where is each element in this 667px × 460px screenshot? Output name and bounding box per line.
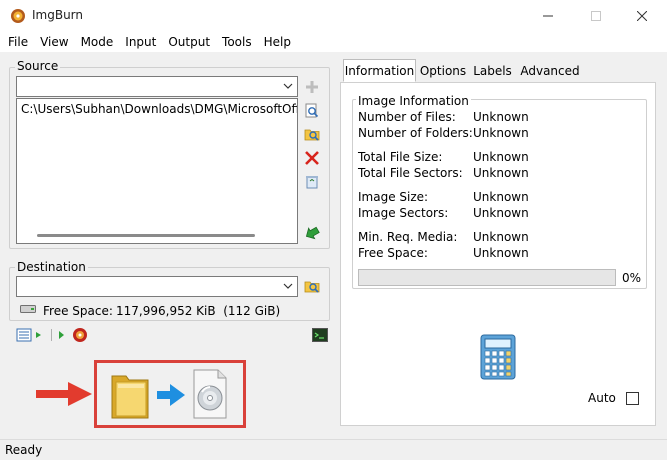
recycle-bin-icon (306, 176, 318, 189)
tab-labels[interactable]: Labels (470, 60, 515, 82)
imgburn-app-icon (11, 9, 25, 23)
free-space-label: Free Space: (43, 304, 113, 318)
info-label-total-sectors: Total File Sectors: (358, 166, 463, 180)
info-label-min-media: Min. Req. Media: (358, 230, 458, 244)
hard-drive-icon (20, 305, 36, 313)
chevron-down-icon (283, 283, 293, 289)
log-button[interactable] (312, 327, 328, 343)
info-value-image-sectors: Unknown (473, 206, 529, 220)
status-text: Ready (5, 443, 43, 457)
toolbar-divider (51, 329, 52, 341)
info-value-folders: Unknown (473, 126, 529, 140)
info-label-image-sectors: Image Sectors: (358, 206, 449, 220)
horizontal-scrollbar[interactable] (37, 234, 255, 237)
minimize-icon (543, 15, 553, 17)
close-icon (637, 11, 647, 21)
plus-icon (306, 81, 318, 93)
blue-arrow-icon (157, 384, 185, 406)
menu-mode[interactable]: Mode (75, 33, 120, 51)
tab-information[interactable]: Information (343, 59, 416, 82)
disc-image-icon (193, 369, 227, 419)
red-x-icon (305, 151, 319, 165)
window-title: ImgBurn (32, 8, 84, 22)
calculate-button[interactable] (302, 222, 322, 242)
list-item[interactable]: C:\Users\Subhan\Downloads\DMG\MicrosoftO… (21, 102, 297, 116)
red-arrow-icon (36, 382, 92, 406)
info-label-files: Number of Files: (358, 110, 456, 124)
menu-tools[interactable]: Tools (216, 33, 258, 51)
info-value-image-size: Unknown (473, 190, 529, 204)
source-file-list[interactable]: C:\Users\Subhan\Downloads\DMG\MicrosoftO… (16, 98, 298, 244)
write-button[interactable] (56, 327, 90, 343)
destination-label: Destination (15, 260, 88, 274)
clear-button[interactable] (302, 172, 322, 192)
info-value-files: Unknown (473, 110, 529, 124)
list-play-icon (16, 328, 41, 342)
info-value-total-size: Unknown (473, 150, 529, 164)
info-value-total-sectors: Unknown (473, 166, 529, 180)
menu-view[interactable]: View (34, 33, 74, 51)
auto-label: Auto (588, 391, 616, 405)
info-label-folders: Number of Folders: (358, 126, 473, 140)
maximize-icon (591, 11, 601, 21)
terminal-icon (312, 328, 328, 342)
info-value-min-media: Unknown (473, 230, 529, 244)
tab-advanced[interactable]: Advanced (517, 60, 583, 82)
source-combo[interactable] (16, 76, 298, 97)
folder-icon (111, 375, 149, 419)
info-label-total-size: Total File Size: (358, 150, 443, 164)
information-panel: Image Information Number of Files: Unkno… (340, 82, 656, 426)
image-information-label: Image Information (356, 94, 471, 108)
maximize-button[interactable] (573, 0, 619, 32)
calculator-icon[interactable] (480, 334, 516, 380)
info-label-image-size: Image Size: (358, 190, 429, 204)
browse-folder-button[interactable] (302, 124, 322, 144)
free-space-value: 117,996,952 KiB (112 GiB) (116, 304, 281, 318)
progress-percent: 0% (622, 271, 642, 285)
menu-output[interactable]: Output (162, 33, 216, 51)
destination-combo[interactable] (16, 276, 298, 297)
menu-bar: File View Mode Input Output Tools Help (0, 32, 667, 52)
menu-file[interactable]: File (2, 33, 34, 51)
remove-button[interactable] (302, 148, 322, 168)
green-arrow-icon (305, 226, 320, 240)
browse-destination-button[interactable] (302, 276, 322, 296)
close-button[interactable] (619, 0, 665, 32)
menu-help[interactable]: Help (258, 33, 297, 51)
play-burn-icon (59, 328, 87, 342)
info-value-free-space: Unknown (473, 246, 529, 260)
tab-options[interactable]: Options (418, 60, 468, 82)
status-bar: Ready (0, 439, 667, 460)
add-button[interactable] (302, 77, 322, 97)
search-file-icon (305, 103, 319, 118)
auto-checkbox[interactable] (626, 392, 639, 405)
search-folder-icon (304, 281, 320, 293)
title-bar: ImgBurn (0, 0, 667, 32)
minimize-button[interactable] (525, 0, 571, 32)
chevron-down-icon (283, 83, 293, 89)
menu-input[interactable]: Input (119, 33, 162, 51)
info-label-free-space: Free Space: (358, 246, 428, 260)
search-folder-icon (304, 129, 320, 141)
progress-bar (358, 269, 616, 286)
queue-button[interactable] (16, 327, 44, 343)
source-label: Source (15, 59, 61, 73)
tab-strip: Information Options Labels Advanced (343, 59, 656, 82)
browse-file-button[interactable] (302, 101, 322, 121)
